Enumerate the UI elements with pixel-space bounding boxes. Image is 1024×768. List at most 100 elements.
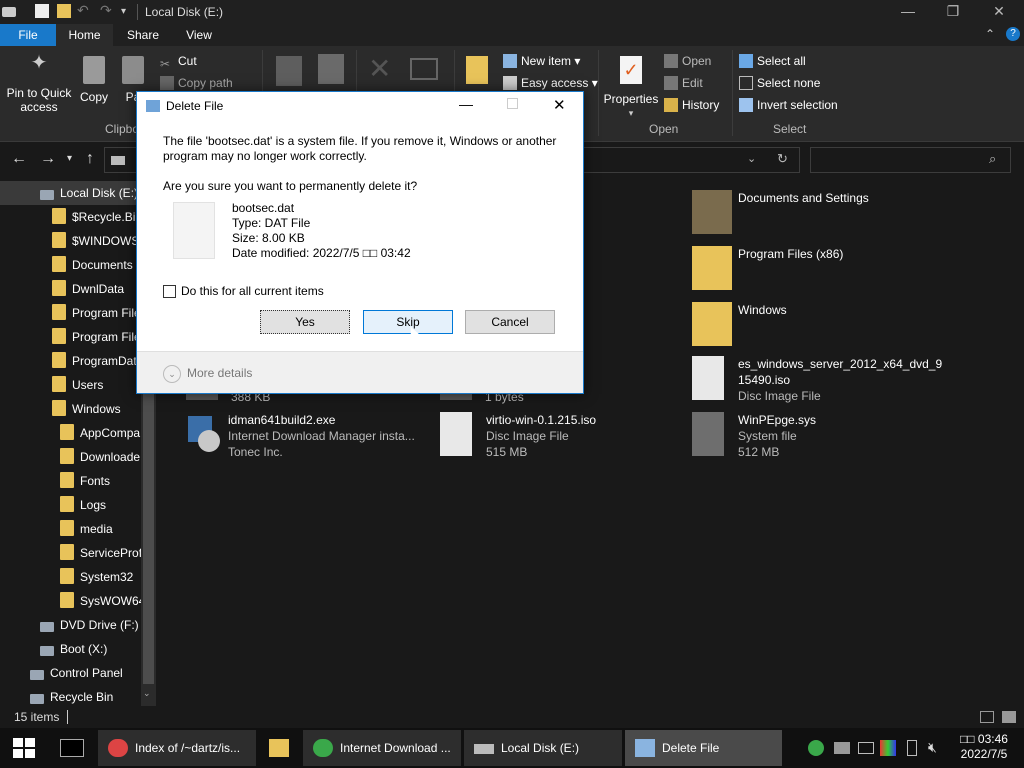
taskbar-idm[interactable]: Internet Download ... — [303, 730, 461, 766]
tray-idm-icon[interactable] — [808, 740, 824, 756]
list-item[interactable]: Windows — [692, 302, 932, 354]
tray-color-icon[interactable] — [880, 740, 896, 756]
nav-item[interactable]: Fonts — [0, 469, 141, 493]
minimize-button[interactable]: — — [459, 96, 473, 112]
redo-icon[interactable]: ↷ — [100, 2, 114, 18]
tray-network-icon[interactable] — [834, 742, 850, 754]
list-item[interactable]: Documents and Settings — [692, 190, 932, 242]
cut-button[interactable]: ✂ Cut — [160, 51, 197, 71]
taskbar-delete-file[interactable]: Delete File — [625, 730, 782, 766]
customize-toolbar-icon[interactable]: ▾ — [121, 6, 135, 20]
refresh-icon[interactable]: ↻ — [777, 151, 788, 167]
move-to-icon[interactable] — [276, 56, 302, 86]
copy-to-icon[interactable] — [318, 54, 344, 84]
properties-quick-icon[interactable] — [35, 4, 49, 18]
nav-item[interactable]: Downloade — [0, 445, 141, 469]
scroll-down-icon[interactable]: ⌄ — [143, 688, 151, 699]
nav-item[interactable]: Users — [0, 373, 141, 397]
new-folder-icon[interactable] — [466, 56, 488, 84]
taskbar-explorer[interactable] — [259, 730, 299, 766]
edit-button[interactable]: Edit — [664, 73, 703, 93]
help-icon[interactable]: ? — [1006, 27, 1020, 41]
taskbar-local-disk[interactable]: Local Disk (E:) — [464, 730, 622, 766]
windows-start-icon[interactable] — [13, 738, 35, 758]
keyboard-icon[interactable] — [858, 742, 874, 754]
folder-icon — [52, 376, 66, 392]
more-details-link[interactable]: More details — [187, 366, 252, 380]
nav-item[interactable]: $Recycle.Bin — [0, 205, 141, 229]
minimize-button[interactable]: — — [885, 0, 931, 24]
search-input[interactable]: ⌕ — [810, 147, 1011, 173]
copy-path-button[interactable]: Copy path — [160, 73, 233, 93]
file-name: Windows — [738, 303, 787, 317]
nav-item[interactable]: AppCompa — [0, 421, 141, 445]
nav-item[interactable]: Documents a — [0, 253, 141, 277]
file-name-block: virtio-win-0.1.215.iso Disc Image File 5… — [486, 412, 686, 460]
list-item[interactable]: Program Files (x86) — [692, 246, 932, 298]
nav-item[interactable]: SysWOW64 — [0, 589, 141, 613]
nav-item[interactable]: Program File — [0, 301, 141, 325]
invert-selection-button[interactable]: Invert selection — [739, 95, 838, 115]
nav-item[interactable]: Program File — [0, 325, 141, 349]
back-arrow-icon[interactable]: ← — [11, 150, 27, 168]
new-folder-quick-icon[interactable] — [57, 4, 71, 18]
select-none-button[interactable]: Select none — [739, 73, 820, 93]
tab-home[interactable]: Home — [56, 24, 113, 46]
drive-icon — [40, 622, 54, 632]
recent-locations-icon[interactable]: ▾ — [67, 153, 72, 164]
clock[interactable]: □□ 03:46 2022/7/5 — [954, 732, 1014, 762]
details-view-icon[interactable] — [980, 711, 994, 723]
apply-all-checkbox[interactable] — [163, 285, 176, 298]
command-prompt-icon[interactable] — [60, 739, 84, 757]
large-icons-view-icon[interactable] — [1002, 711, 1016, 723]
list-item[interactable]: WinPEpge.sys System file 512 MB — [692, 412, 932, 464]
nav-item[interactable]: DVD Drive (F:) I — [0, 613, 141, 637]
maximize-button[interactable]: ❐ — [930, 0, 976, 24]
taskbar-chrome[interactable]: Index of /~dartz/is... — [98, 730, 256, 766]
history-button[interactable]: History — [664, 95, 719, 115]
nav-item[interactable]: Windows — [0, 397, 141, 421]
copy-button[interactable]: Copy — [76, 56, 112, 104]
warning-line-1: The file 'bootsec.dat' is a system file.… — [163, 134, 557, 148]
file-name: Documents and Settings — [738, 191, 869, 205]
close-button[interactable]: ✕ — [976, 0, 1022, 24]
nav-item[interactable]: Logs — [0, 493, 141, 517]
close-button[interactable]: ✕ — [553, 96, 566, 114]
nav-item[interactable]: DwnlData — [0, 277, 141, 301]
tab-view[interactable]: View — [172, 24, 226, 46]
nav-item[interactable]: System32 — [0, 565, 141, 589]
up-arrow-icon[interactable]: ↑ — [86, 150, 94, 168]
chevron-up-icon[interactable]: ⌃ — [985, 27, 995, 41]
undo-icon[interactable]: ↶ — [77, 2, 91, 18]
invert-selection-label: Invert selection — [757, 98, 838, 112]
tab-file[interactable]: File — [0, 24, 56, 46]
forward-arrow-icon[interactable]: → — [40, 150, 56, 168]
usb-icon[interactable] — [907, 740, 917, 756]
nav-item[interactable]: $WINDOWS. — [0, 229, 141, 253]
list-item[interactable]: idman641build2.exe Internet Download Man… — [182, 412, 422, 464]
chevron-down-icon[interactable]: ⌄ — [163, 365, 181, 383]
pin-quick-access-button[interactable]: ✦ Pin to Quick access — [4, 53, 74, 114]
open-button[interactable]: Open — [664, 51, 711, 71]
list-item[interactable]: es_windows_server_2012_x64_dvd_9 15490.i… — [692, 356, 942, 416]
rename-icon[interactable] — [410, 58, 438, 80]
list-item[interactable]: virtio-win-0.1.215.iso Disc Image File 5… — [440, 412, 680, 464]
easy-access-button[interactable]: Easy access ▾ — [503, 73, 598, 93]
delete-icon[interactable]: ✕ — [368, 54, 394, 84]
properties-button[interactable]: ✓ Properties ▾ — [602, 56, 660, 120]
nav-item-label: ProgramDat — [72, 354, 137, 368]
nav-item[interactable]: Local Disk (E:) — [0, 181, 141, 205]
chevron-down-icon[interactable]: ⌄ — [747, 152, 756, 165]
yes-button[interactable]: Yes — [260, 310, 350, 334]
cancel-button[interactable]: Cancel — [465, 310, 555, 334]
nav-item[interactable]: Boot (X:) — [0, 637, 141, 661]
nav-item[interactable]: Control Panel — [0, 661, 141, 685]
folder-icon — [52, 280, 66, 296]
tab-share[interactable]: Share — [114, 24, 172, 46]
new-item-button[interactable]: New item ▾ — [503, 51, 580, 71]
select-all-button[interactable]: Select all — [739, 51, 806, 71]
nav-item[interactable]: ProgramDat — [0, 349, 141, 373]
nav-item[interactable]: ServiceProfi — [0, 541, 141, 565]
volume-muted-icon[interactable]: 🔇︎ — [928, 739, 937, 756]
nav-item[interactable]: media — [0, 517, 141, 541]
